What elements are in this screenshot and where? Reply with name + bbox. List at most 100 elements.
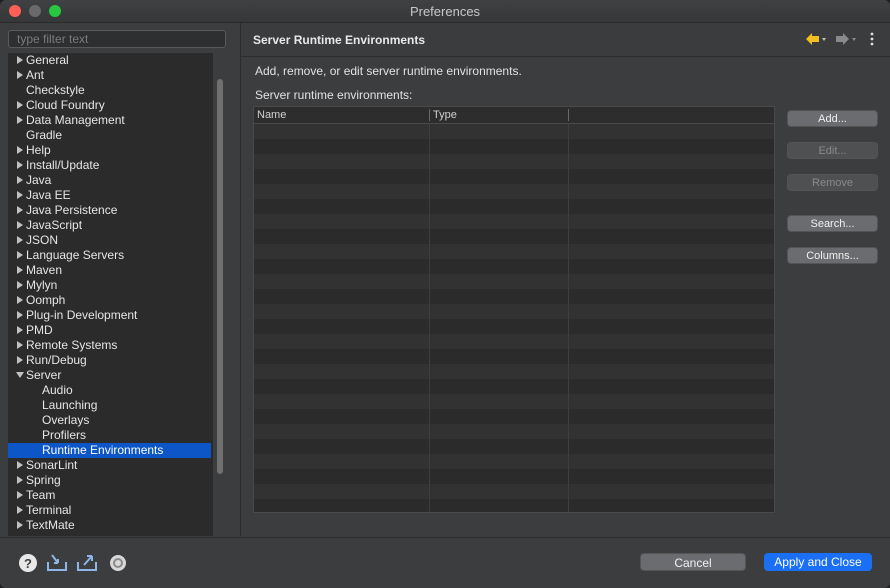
expand-arrow-right-icon[interactable] [17,251,23,259]
tree-item[interactable]: Cloud Foundry [8,98,211,113]
table-row[interactable] [254,454,774,469]
tree-item[interactable]: Overlays [8,413,211,428]
edit-button[interactable]: Edit... [787,142,878,159]
search-button[interactable]: Search... [787,215,878,232]
table-row[interactable] [254,169,774,184]
vertical-dots-icon[interactable] [869,32,875,46]
expand-arrow-right-icon[interactable] [17,101,23,109]
expand-arrow-right-icon[interactable] [17,221,23,229]
filter-input[interactable] [8,30,226,48]
expand-arrow-right-icon[interactable] [17,326,23,334]
tree-item[interactable]: Plug-in Development [8,308,211,323]
tree-item[interactable]: Language Servers [8,248,211,263]
tree-item[interactable]: Java Persistence [8,203,211,218]
expand-arrow-right-icon[interactable] [17,461,23,469]
tree-item[interactable]: Profilers [8,428,211,443]
add-button[interactable]: Add... [787,110,878,127]
tree-item[interactable]: SonarLint [8,458,211,473]
table-row[interactable] [254,334,774,349]
table-row[interactable] [254,289,774,304]
apply-and-close-button[interactable]: Apply and Close [764,553,872,571]
expand-arrow-right-icon[interactable] [17,296,23,304]
table-row[interactable] [254,304,774,319]
table-row[interactable] [254,184,774,199]
expand-arrow-right-icon[interactable] [17,356,23,364]
tree-item[interactable]: JSON [8,233,211,248]
table-row[interactable] [254,349,774,364]
expand-arrow-right-icon[interactable] [17,206,23,214]
expand-arrow-right-icon[interactable] [17,71,23,79]
runtime-environments-table[interactable]: Name Type [253,106,775,513]
tree-item[interactable]: General [8,53,211,68]
tree-item[interactable]: Run/Debug [8,353,211,368]
table-row[interactable] [254,499,774,512]
tree-scrollbar[interactable] [214,53,226,536]
tree-item[interactable]: Java EE [8,188,211,203]
cancel-button[interactable]: Cancel [640,553,746,571]
tree-item[interactable]: Remote Systems [8,338,211,353]
expand-arrow-right-icon[interactable] [17,281,23,289]
expand-arrow-right-icon[interactable] [17,56,23,64]
table-row[interactable] [254,274,774,289]
tree-item[interactable]: Checkstyle [8,83,211,98]
table-row[interactable] [254,484,774,499]
table-row[interactable] [254,199,774,214]
tree-item[interactable]: Data Management [8,113,211,128]
table-row[interactable] [254,229,774,244]
table-row[interactable] [254,139,774,154]
back-arrow-icon[interactable] [805,32,827,46]
tree-item[interactable]: Maven [8,263,211,278]
table-row[interactable] [254,154,774,169]
record-icon[interactable] [108,553,128,573]
expand-arrow-right-icon[interactable] [17,191,23,199]
tree-item[interactable]: JavaScript [8,218,211,233]
tree-item[interactable]: Oomph [8,293,211,308]
tree-item[interactable]: Launching [8,398,211,413]
table-row[interactable] [254,424,774,439]
column-header-type[interactable]: Type [430,107,568,123]
tree-item[interactable]: Server [8,368,211,383]
tree-item[interactable]: Help [8,143,211,158]
tree-item[interactable]: Install/Update [8,158,211,173]
table-row[interactable] [254,394,774,409]
tree-item[interactable]: Ant [8,68,211,83]
expand-arrow-right-icon[interactable] [17,341,23,349]
expand-arrow-right-icon[interactable] [17,146,23,154]
expand-arrow-right-icon[interactable] [17,161,23,169]
table-row[interactable] [254,259,774,274]
expand-arrow-right-icon[interactable] [17,476,23,484]
expand-arrow-right-icon[interactable] [17,176,23,184]
table-row[interactable] [254,319,774,334]
expand-arrow-right-icon[interactable] [17,311,23,319]
table-row[interactable] [254,124,774,139]
tree-item[interactable]: Java [8,173,211,188]
tree-item[interactable]: Mylyn [8,278,211,293]
tree-item[interactable]: Gradle [8,128,211,143]
columns-button[interactable]: Columns... [787,247,878,264]
expand-arrow-right-icon[interactable] [17,506,23,514]
help-icon[interactable]: ? [18,553,38,573]
expand-arrow-down-icon[interactable] [16,372,24,378]
tree-scrollbar-thumb[interactable] [217,79,223,474]
expand-arrow-right-icon[interactable] [17,491,23,499]
tree-item[interactable]: Runtime Environments [8,443,211,458]
import-icon[interactable] [46,553,67,573]
table-row[interactable] [254,439,774,454]
tree-item[interactable]: Audio [8,383,211,398]
forward-arrow-icon[interactable] [835,32,857,46]
tree-item[interactable]: PMD [8,323,211,338]
export-icon[interactable] [76,553,97,573]
remove-button[interactable]: Remove [787,174,878,191]
table-row[interactable] [254,379,774,394]
tree-item[interactable]: TextMate [8,518,211,533]
table-row[interactable] [254,364,774,379]
expand-arrow-right-icon[interactable] [17,521,23,529]
table-row[interactable] [254,469,774,484]
expand-arrow-right-icon[interactable] [17,266,23,274]
table-row[interactable] [254,244,774,259]
tree-item[interactable]: Team [8,488,211,503]
tree-item[interactable]: Terminal [8,503,211,518]
table-row[interactable] [254,409,774,424]
tree-item[interactable]: Spring [8,473,211,488]
expand-arrow-right-icon[interactable] [17,116,23,124]
